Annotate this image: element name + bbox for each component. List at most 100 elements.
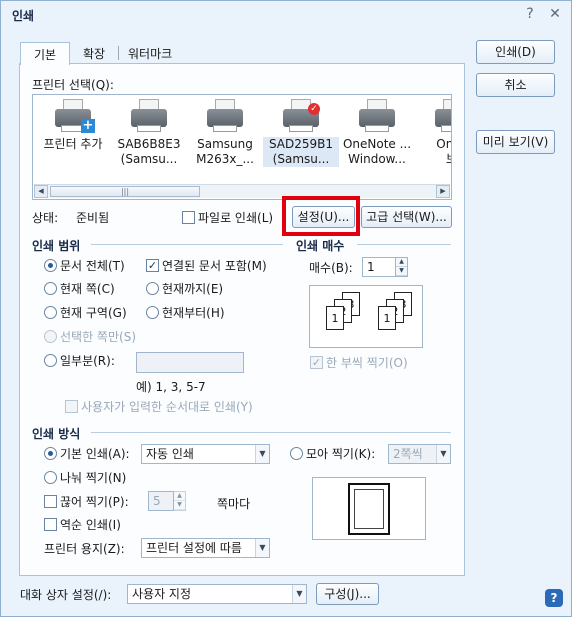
radio-all[interactable] [44,259,57,272]
printer-icon: ✓ [283,99,320,133]
partial-label: 일부분(R): [60,354,115,368]
range-all-label: 문서 전체(T) [60,259,125,273]
linked-docs-checkbox[interactable]: ✓ [146,259,159,272]
partial-input[interactable] [136,352,244,373]
radio-selected-pages[interactable] [44,330,57,343]
selected-pages-label: 선택한 쪽만(S) [60,330,136,344]
copies-header: 인쇄 매수 [296,239,345,253]
current-page-label: 현재 쪽(C) [60,282,115,296]
paper-label: 프린터 용지(Z): [44,542,125,556]
collate-label: 한 부씩 찍기(O) [326,356,408,370]
printer-item[interactable]: OneNote ... Window... [339,99,415,167]
dialog-settings-value: 사용자 지정 [132,587,192,601]
highlight-box [282,196,360,236]
dialog-settings-select[interactable]: 사용자 지정 ▼ [127,584,307,604]
cancel-button[interactable]: 취소 [476,73,555,97]
help-icon[interactable]: ? [545,589,563,607]
basic-print-select[interactable]: 자동 인쇄 ▼ [141,444,270,464]
collect-select[interactable]: 2쪽씩 ▼ [388,444,451,464]
method-header: 인쇄 방식 [32,427,81,441]
page-icon: 1 [326,306,344,330]
collate-preview: 3 2 1 3 2 1 [309,285,423,348]
printer-subname: Window... [348,152,406,166]
layout-preview [312,477,426,540]
chevron-down-icon: ▼ [292,585,306,603]
radio-partial[interactable] [44,354,57,367]
printer-name: SAB6B8E3 [117,137,181,151]
page-preview [348,483,390,535]
user-order-checkbox[interactable] [65,400,78,413]
range-header: 인쇄 범위 [32,239,81,253]
dialog-settings-label: 대화 상자 설정(/): [20,588,112,602]
radio-collect[interactable] [290,447,303,460]
printer-select-label: 프린터 선택(Q): [32,78,114,92]
printer-item[interactable]: SAB6B8E3 (Samsu... [111,99,187,167]
collate-checkbox[interactable]: ✓ [310,356,323,369]
chunk-checkbox[interactable] [44,495,57,508]
title-bar: 인쇄 ? ✕ [1,1,571,29]
chevron-down-icon: ▼ [436,445,450,463]
copies-spinner[interactable]: ▲ ▼ [395,257,408,277]
radio-split[interactable] [44,471,57,484]
advanced-button[interactable]: 고급 선택(W)... [361,206,452,228]
spin-down-icon[interactable]: ▼ [396,267,407,276]
user-order-label: 사용자가 입력한 순서대로 인쇄(Y) [81,400,253,414]
tab-divider [118,46,119,60]
to-current-label: 현재까지(E) [162,282,224,296]
printer-item[interactable]: OneN 보l [415,99,451,167]
paper-value: 프린터 설정에 따름 [146,541,242,555]
printer-name: SAD259B1 [263,137,339,152]
reverse-checkbox[interactable] [44,518,57,531]
config-button[interactable]: 구성(J)... [316,583,379,605]
tab-extended[interactable]: 확장 [75,42,113,64]
scroll-left-icon[interactable]: ◀ [34,185,48,198]
add-printer-icon: + [55,99,95,133]
spin-up-icon[interactable]: ▲ [174,492,185,501]
radio-current-section[interactable] [44,306,57,319]
paper-select[interactable]: 프린터 설정에 따름 ▼ [141,538,270,558]
printer-item-add[interactable]: + 프린터 추가 [35,99,111,152]
preview-button[interactable]: 미리 보기(V) [476,130,555,154]
partial-example: 예) 1, 3, 5-7 [136,380,206,394]
radio-from-current[interactable] [146,306,159,319]
linked-docs-label: 연결된 문서 포함(M) [162,259,267,273]
copies-label: 매수(B): [309,261,353,275]
basic-print-value: 자동 인쇄 [146,447,194,461]
radio-to-current[interactable] [146,282,159,295]
printer-item-selected[interactable]: ✓ SAD259B1 (Samsu... [263,99,339,167]
close-icon[interactable]: ✕ [546,5,564,23]
spin-down-icon[interactable]: ▼ [174,501,185,510]
collect-label: 모아 찍기(K): [306,447,376,461]
horizontal-scrollbar[interactable]: ◀ ||| ▶ [34,184,450,198]
divider [91,244,283,245]
printer-item[interactable]: Samsung M263x_... [187,99,263,167]
chunk-input[interactable]: 5 [148,491,174,511]
basic-print-label: 기본 인쇄(A): [60,447,130,461]
current-section-label: 현재 구역(G) [60,306,127,320]
printer-subname: (Samsu... [120,152,178,166]
scroll-right-icon[interactable]: ▶ [436,185,450,198]
printer-list[interactable]: + 프린터 추가 SAB6B8E3 (Samsu... Samsung M263… [32,94,452,200]
copies-input[interactable]: 1 [362,257,396,277]
chunk-spinner[interactable]: ▲ ▼ [173,491,186,511]
divider [91,432,451,433]
status-label: 상태: [32,211,59,225]
spin-up-icon[interactable]: ▲ [396,258,407,267]
print-button[interactable]: 인쇄(D) [476,40,555,64]
help-icon[interactable]: ? [521,5,539,23]
radio-basic-print[interactable] [44,447,57,460]
per-page-label: 쪽마다 [217,497,251,511]
print-to-file-checkbox[interactable] [182,211,195,224]
from-current-label: 현재부터(H) [162,306,225,320]
divider [357,244,451,245]
chevron-down-icon: ▼ [255,445,269,463]
radio-current-page[interactable] [44,282,57,295]
window-title: 인쇄 [12,9,35,23]
tab-watermark[interactable]: 워터마크 [120,42,180,64]
printer-subname: M263x_... [196,152,254,166]
scroll-thumb[interactable]: ||| [50,186,200,197]
printer-icon [359,99,395,133]
split-label: 나눠 찍기(N) [60,471,127,485]
tab-basic[interactable]: 기본 [20,42,70,65]
print-dialog: 인쇄 ? ✕ 기본 확장 워터마크 인쇄(D) 취소 미리 보기(V) 프린터 … [0,0,572,617]
